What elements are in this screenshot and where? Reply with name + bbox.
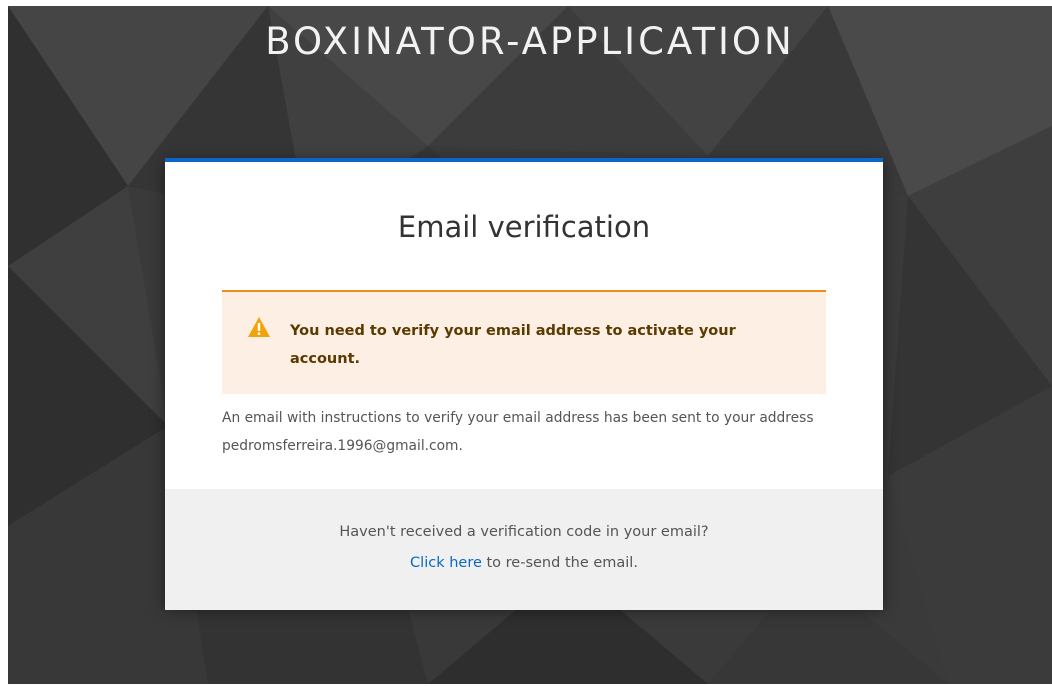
resend-email-link[interactable]: Click here <box>410 555 482 571</box>
verification-card: Email verification You need to verify yo… <box>165 158 883 610</box>
resend-question: Haven't received a verification code in … <box>339 524 709 540</box>
resend-suffix: to re-send the email. <box>481 555 638 571</box>
warning-message: You need to verify your email address to… <box>290 323 736 367</box>
warning-alert: You need to verify your email address to… <box>222 290 826 394</box>
app-title: BOXINATOR-APPLICATION <box>265 20 795 63</box>
instructions-message: An email with instructions to verify you… <box>222 410 814 454</box>
card-footer: Haven't received a verification code in … <box>165 489 883 610</box>
warning-triangle-icon <box>248 317 270 337</box>
page-title: Email verification <box>397 210 651 244</box>
resend-line: Click here to re-send the email. <box>165 548 883 579</box>
login-page: BOXINATOR-APPLICATION Email verification… <box>8 6 1052 684</box>
